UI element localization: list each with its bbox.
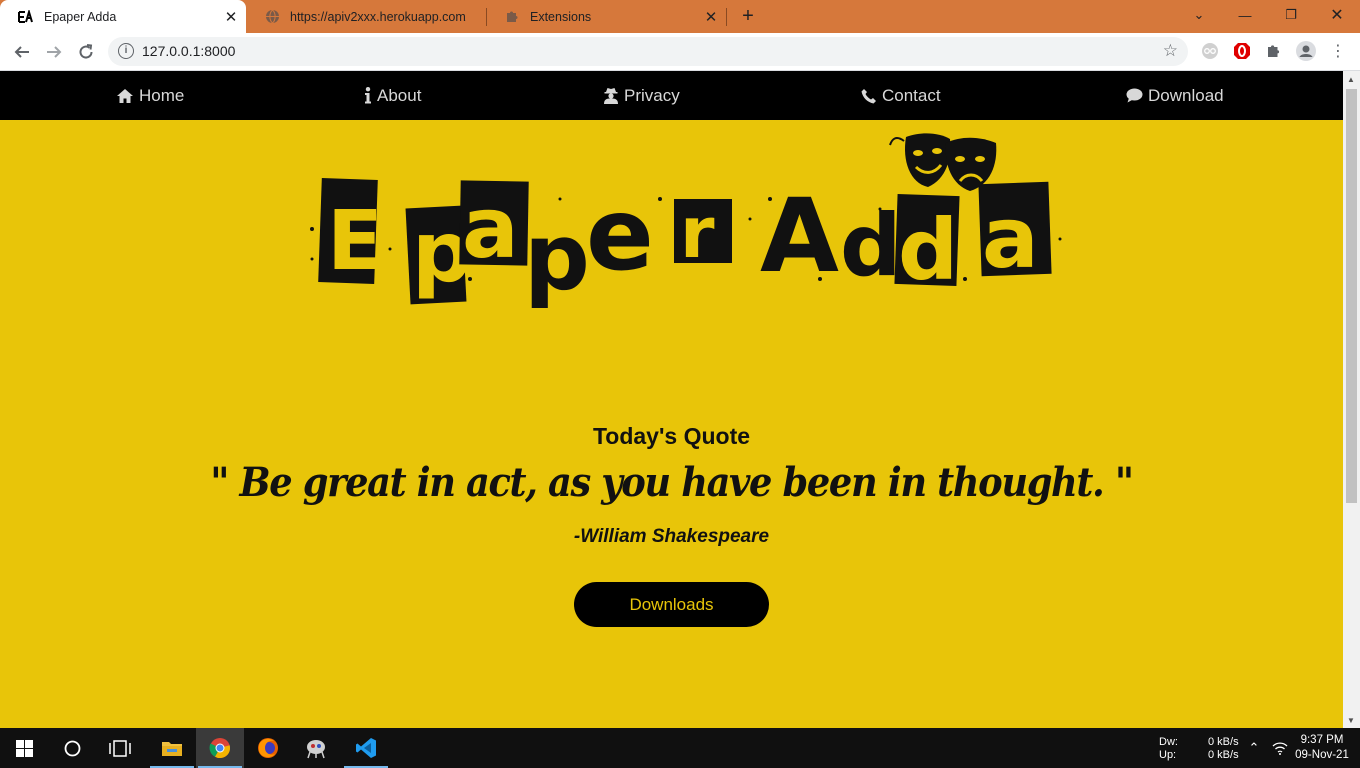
svg-text:A: A xyxy=(760,177,839,296)
epaper-adda-logo: E p a p e r A d d a xyxy=(300,129,1070,311)
reload-button[interactable] xyxy=(73,39,99,65)
forward-button[interactable] xyxy=(41,39,67,65)
puzzle-icon xyxy=(504,9,520,25)
scroll-up-icon[interactable]: ▲ xyxy=(1347,75,1355,84)
search-circle-icon[interactable] xyxy=(48,728,96,768)
svg-text:r: r xyxy=(680,192,715,274)
downloads-button[interactable]: Downloads xyxy=(574,582,769,627)
browser-tab-strip: Epaper Adda ✕ https://apiv2xxx.herokuapp… xyxy=(0,0,1360,33)
scrollbar-thumb[interactable] xyxy=(1346,89,1357,503)
quote-heading: Today's Quote xyxy=(592,423,751,449)
svg-text:a: a xyxy=(462,179,519,277)
file-explorer-icon[interactable] xyxy=(148,728,196,768)
nav-label: About xyxy=(377,85,422,105)
user-secret-icon xyxy=(603,87,619,104)
new-tab-button[interactable]: + xyxy=(737,5,759,27)
tab-search-icon[interactable]: ⌄ xyxy=(1176,0,1222,30)
net-down-label: Dw: xyxy=(1159,736,1178,748)
vscode-taskbar-icon[interactable] xyxy=(342,728,390,768)
home-icon xyxy=(116,88,134,104)
restore-button[interactable]: ❐ xyxy=(1268,0,1314,30)
svg-text:p: p xyxy=(524,204,590,309)
page-scrollbar[interactable]: ▲ ▼ xyxy=(1343,71,1360,728)
site-navbar: Home About Privacy Contact Download xyxy=(0,71,1343,120)
tab-title: https://apiv2xxx.herokuapp.com/ xyxy=(290,9,466,24)
svg-text:E: E xyxy=(327,194,383,289)
nav-label: Privacy xyxy=(624,85,680,105)
globe-icon xyxy=(264,9,280,25)
tab-extensions[interactable]: Extensions ✕ xyxy=(486,0,726,33)
tab-title: Extensions xyxy=(530,9,592,24)
net-speed-labels: Dw: Up: xyxy=(1159,736,1178,762)
windows-start-icon[interactable] xyxy=(0,728,48,768)
site-info-icon[interactable]: i xyxy=(118,43,134,59)
minimize-button[interactable]: — xyxy=(1222,0,1268,30)
nav-label: Download xyxy=(1148,85,1224,105)
page-viewport: Home About Privacy Contact Download E p … xyxy=(0,71,1343,728)
info-icon xyxy=(364,87,372,104)
quote-text: " Be great in act, as you have been in t… xyxy=(210,459,1134,506)
tab-epaper-adda[interactable]: Epaper Adda ✕ xyxy=(0,0,246,33)
task-view-icon[interactable] xyxy=(96,728,144,768)
nav-home[interactable]: Home xyxy=(116,71,184,120)
system-clock[interactable]: 9:37 PM 09-Nov-21 xyxy=(1290,733,1354,763)
svg-text:a: a xyxy=(982,189,1039,287)
close-icon[interactable]: ✕ xyxy=(222,8,240,26)
menu-kebab-icon[interactable]: ⋮ xyxy=(1328,41,1348,61)
profile-avatar-icon[interactable] xyxy=(1296,41,1316,61)
epaper-adda-icon xyxy=(18,9,34,25)
svg-text:e: e xyxy=(586,176,654,293)
clock-date: 09-Nov-21 xyxy=(1295,749,1349,761)
net-down-value: 0 kB/s xyxy=(1208,736,1239,748)
nav-label: Contact xyxy=(882,85,941,105)
wifi-icon[interactable] xyxy=(1268,728,1292,768)
nav-privacy[interactable]: Privacy xyxy=(603,71,680,120)
comment-icon xyxy=(1126,88,1143,103)
svg-text:d: d xyxy=(840,196,902,296)
nav-contact[interactable]: Contact xyxy=(861,71,941,120)
chrome-taskbar-icon[interactable] xyxy=(196,728,244,768)
net-up-label: Up: xyxy=(1159,749,1177,761)
browser-toolbar: i 127.0.0.1:8000 ☆ ⋮ xyxy=(0,33,1360,71)
close-icon[interactable]: ✕ xyxy=(702,8,720,26)
nav-label: Home xyxy=(139,85,185,105)
tab-heroku[interactable]: https://apiv2xxx.herokuapp.com/ xyxy=(246,0,486,33)
bookmark-star-icon[interactable]: ☆ xyxy=(1163,41,1178,61)
firefox-taskbar-icon[interactable] xyxy=(244,728,292,768)
theater-masks-icon xyxy=(889,133,997,191)
back-button[interactable] xyxy=(9,39,35,65)
svg-text:d: d xyxy=(898,201,958,299)
windows-taskbar: Dw: Up: 0 kB/s 0 kB/s ⌃ 9:37 PM 09-Nov-2… xyxy=(0,728,1360,768)
tab-title: Epaper Adda xyxy=(44,9,117,24)
net-up-value: 0 kB/s xyxy=(1208,749,1239,761)
app-taskbar-icon[interactable] xyxy=(292,728,340,768)
phone-icon xyxy=(861,88,877,104)
extensions-puzzle-icon[interactable] xyxy=(1264,41,1284,61)
close-window-button[interactable]: ✕ xyxy=(1314,0,1360,30)
address-bar[interactable]: i 127.0.0.1:8000 ☆ xyxy=(108,37,1188,66)
nav-about[interactable]: About xyxy=(364,71,421,120)
extension-glasses-icon[interactable] xyxy=(1200,41,1220,61)
adblock-extension-icon[interactable] xyxy=(1232,41,1252,61)
tab-separator xyxy=(726,8,727,26)
url-text[interactable]: 127.0.0.1:8000 xyxy=(142,43,235,59)
quote-author: -William Shakespeare xyxy=(573,526,770,547)
scroll-down-icon[interactable]: ▼ xyxy=(1347,716,1355,725)
net-speed-values: 0 kB/s 0 kB/s xyxy=(1208,736,1239,762)
chevron-up-icon[interactable]: ⌃ xyxy=(1242,728,1266,768)
nav-download[interactable]: Download xyxy=(1126,71,1224,120)
clock-time: 9:37 PM xyxy=(1300,734,1344,746)
